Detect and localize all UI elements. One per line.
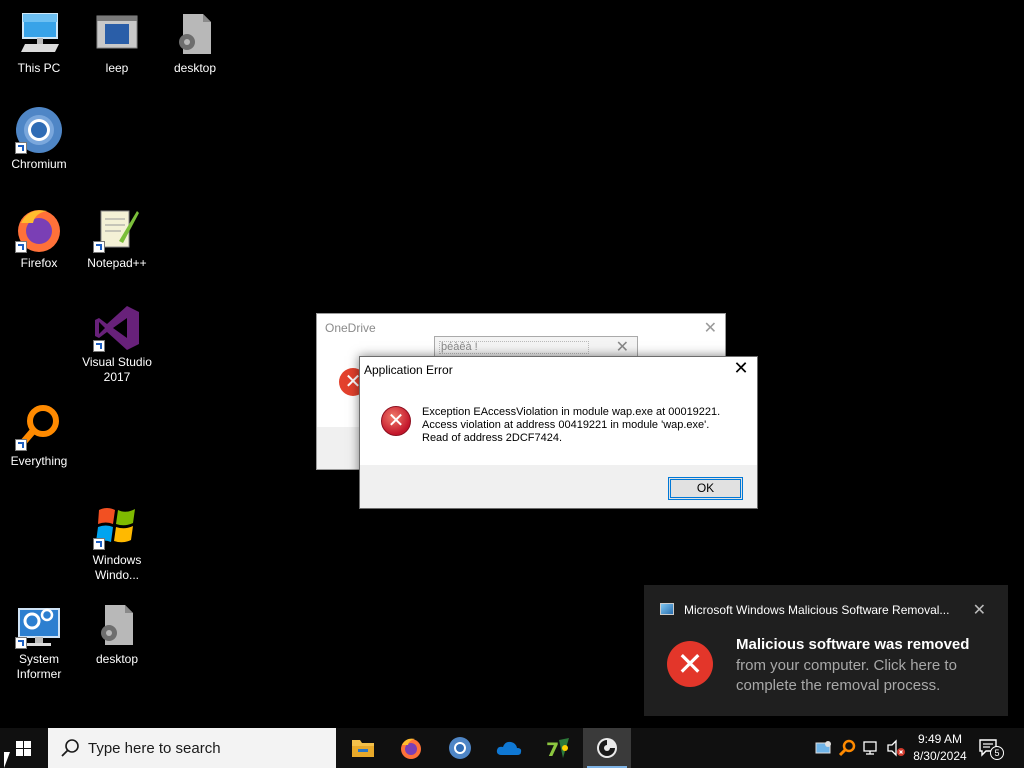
svg-text:7: 7 xyxy=(546,739,559,760)
error-icon: ✕ xyxy=(381,406,411,436)
desktop-icon-leep[interactable]: leep xyxy=(79,10,155,76)
taskbar-search-box[interactable]: Type here to search xyxy=(48,728,336,768)
taskbar-clock[interactable]: 9:49 AM 8/30/2024 xyxy=(905,731,975,765)
desktop-icon-label: leep xyxy=(105,61,129,75)
taskbar-onedrive[interactable] xyxy=(485,728,533,768)
notepad-plus-plus-icon xyxy=(93,205,141,253)
search-icon xyxy=(60,738,80,758)
search-placeholder: Type here to search xyxy=(88,740,221,757)
toast-body: from your computer. Click here to comple… xyxy=(736,657,957,694)
taskbar-firefox[interactable] xyxy=(387,728,435,768)
taskbar-file-explorer[interactable] xyxy=(339,728,387,768)
clock-time: 9:49 AM xyxy=(917,732,963,746)
taskbar-7zip[interactable]: 7 xyxy=(534,728,582,768)
wap-app-icon xyxy=(597,738,617,758)
tray-msrt-icon[interactable] xyxy=(814,739,832,757)
visual-studio-icon xyxy=(93,304,141,352)
application-window-icon xyxy=(93,10,141,58)
desktop-icon-windows[interactable]: Windows Windo... xyxy=(79,502,155,583)
shortcut-arrow-icon xyxy=(15,142,27,154)
toast-headline: Malicious software was removed xyxy=(736,636,970,653)
desktop-icon-this-pc[interactable]: This PC xyxy=(1,10,77,76)
action-center-button[interactable]: 5 xyxy=(978,737,1004,760)
volume-muted-icon[interactable] xyxy=(886,739,905,757)
onedrive-dialog-title: OneDrive xyxy=(325,321,376,335)
firefox-icon xyxy=(401,738,421,759)
desktop-icon-label: System Informer xyxy=(16,652,62,681)
application-error-footer: OK xyxy=(360,465,757,508)
taskbar-wap-app[interactable] xyxy=(583,728,631,768)
toast-close-button[interactable]: ✕ xyxy=(973,600,986,620)
desktop-icon-label: Firefox xyxy=(20,256,58,270)
desktop-icon-visual-studio-2017[interactable]: Visual Studio 2017 xyxy=(79,304,155,385)
error-icon: ✕ xyxy=(667,641,713,687)
error-message: Exception EAccessViolation in module wap… xyxy=(422,406,720,445)
desktop-icon-desktop[interactable]: desktop xyxy=(157,10,233,76)
ok-button[interactable]: OK xyxy=(668,477,743,500)
error-message-line: Exception EAccessViolation in module wap… xyxy=(422,406,721,418)
toast-app-name: Microsoft Windows Malicious Software Rem… xyxy=(684,603,950,617)
desktop-icon-notepad-plus-plus[interactable]: Notepad++ xyxy=(79,205,155,271)
desktop-icon-system-informer[interactable]: System Informer xyxy=(1,601,77,682)
desktop-icon-label: This PC xyxy=(17,61,61,75)
application-error-title: Application Error xyxy=(364,363,453,377)
everything-search-icon xyxy=(15,403,63,451)
settings-file-icon xyxy=(171,10,219,58)
chromium-icon xyxy=(15,106,63,154)
error-message-line: Access violation at address 00419221 in … xyxy=(422,419,710,431)
onedrive-icon xyxy=(496,741,522,755)
taskbar: Type here to search 7 9:49 AM 8/30/2024 … xyxy=(0,728,1024,768)
error-message-line: Read of address 2DCF7424. xyxy=(422,432,563,444)
clock-date: 8/30/2024 xyxy=(913,749,967,763)
desktop-icon-label: Windows Windo... xyxy=(92,553,142,582)
desktop-icon-label: Notepad++ xyxy=(87,256,147,270)
application-error-close-button[interactable]: ✕ xyxy=(731,358,751,379)
small-message-close-button[interactable]: ✕ xyxy=(616,337,629,357)
this-pc-icon xyxy=(15,10,63,58)
7zip-icon: 7 xyxy=(546,738,569,760)
onedrive-close-button[interactable]: ✕ xyxy=(704,318,717,338)
windows-flag-icon xyxy=(93,502,141,550)
firefox-icon xyxy=(15,205,63,253)
file-explorer-icon xyxy=(352,740,374,757)
desktop-icon-chromium[interactable]: Chromium xyxy=(1,106,77,172)
malware-removal-toast[interactable]: Microsoft Windows Malicious Software Rem… xyxy=(644,585,1008,716)
mouse-cursor-icon xyxy=(4,752,10,768)
network-icon[interactable] xyxy=(862,739,880,757)
chromium-icon xyxy=(449,737,471,759)
shortcut-arrow-icon xyxy=(93,340,105,352)
desktop-icon-firefox[interactable]: Firefox xyxy=(1,205,77,271)
windows-logo-icon xyxy=(16,741,32,757)
notification-count-badge: 5 xyxy=(990,746,1004,760)
desktop-icon-desktop-2[interactable]: desktop xyxy=(79,601,155,667)
shortcut-arrow-icon xyxy=(15,241,27,253)
desktop-icon-label: desktop xyxy=(95,652,139,666)
msrt-app-icon xyxy=(660,603,674,615)
system-informer-icon xyxy=(15,601,63,649)
tray-search-key-icon[interactable] xyxy=(838,739,856,757)
shortcut-arrow-icon xyxy=(93,538,105,550)
small-message-window[interactable]: þéàêà ! ✕ xyxy=(434,336,638,358)
desktop-icon-everything[interactable]: Everything xyxy=(1,403,77,469)
application-error-dialog[interactable]: Application Error ✕ ✕ Exception EAccessV… xyxy=(359,356,758,509)
settings-file-icon xyxy=(93,601,141,649)
desktop-icon-label: Chromium xyxy=(11,157,67,171)
desktop-icon-label: Visual Studio 2017 xyxy=(82,355,152,384)
desktop-icon-label: desktop xyxy=(173,61,217,75)
shortcut-arrow-icon xyxy=(93,241,105,253)
small-message-window-title: þéàêà ! xyxy=(439,341,589,354)
taskbar-chromium[interactable] xyxy=(436,728,484,768)
shortcut-arrow-icon xyxy=(15,637,27,649)
shortcut-arrow-icon xyxy=(15,439,27,451)
desktop-icon-label: Everything xyxy=(10,454,68,468)
